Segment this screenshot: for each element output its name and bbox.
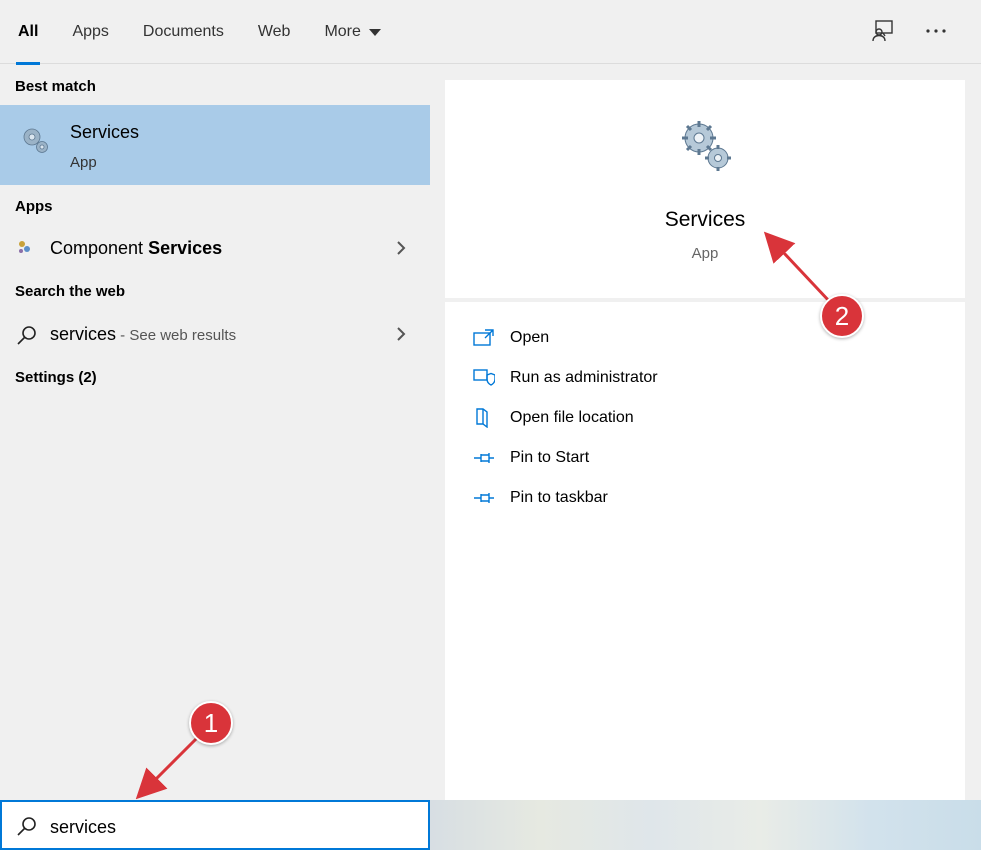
action-open[interactable]: Open — [473, 323, 549, 353]
tab-label: Documents — [142, 23, 224, 40]
best-match-name: Services — [70, 122, 140, 142]
feedback-icon — [872, 20, 893, 42]
preview-header-card: Services App — [445, 80, 965, 298]
preview-actions-card: Open Run as administrator Open file loca… — [445, 302, 965, 800]
search-icon — [16, 324, 38, 346]
label-plain: Component — [50, 237, 149, 258]
apps-heading: Apps — [15, 198, 53, 215]
tab-all[interactable]: All — [16, 0, 41, 65]
web-result-label: services - See web results — [50, 324, 236, 345]
search-icon — [16, 815, 38, 842]
action-pin-to-start[interactable]: Pin to Start — [473, 443, 589, 473]
best-match-type: App — [70, 154, 97, 171]
search-input[interactable] — [50, 814, 410, 840]
action-label: Pin to Start — [510, 449, 590, 466]
app-item-component-services[interactable]: Component Services — [0, 228, 430, 268]
app-item-label: Component Services — [50, 238, 222, 259]
tabs: All Apps Documents Web More — [16, 0, 413, 65]
search-box[interactable] — [0, 800, 430, 850]
feedback-button[interactable] — [867, 16, 897, 46]
tab-apps[interactable]: Apps — [70, 0, 110, 64]
settings-heading[interactable]: Settings (2) — [15, 369, 97, 386]
action-label: Pin to taskbar — [510, 489, 608, 506]
gears-icon — [677, 118, 733, 179]
action-label: Run as administrator — [510, 369, 658, 386]
action-pin-to-taskbar[interactable]: Pin to taskbar — [473, 483, 608, 513]
shield-icon — [473, 367, 499, 389]
tab-label: More — [324, 23, 361, 40]
best-match-heading: Best match — [15, 78, 96, 95]
action-open-file-location[interactable]: Open file location — [473, 403, 634, 433]
web-hint: - See web results — [116, 326, 237, 344]
pin-icon — [473, 447, 499, 469]
more-options-icon — [926, 29, 946, 33]
action-label: Open — [510, 329, 550, 346]
preview-app-name: Services — [664, 208, 746, 231]
chevron-right-icon[interactable] — [396, 326, 406, 347]
chevron-right-icon[interactable] — [396, 240, 406, 261]
annotation-badge-2: 2 — [820, 294, 864, 338]
best-match-item-services[interactable]: Services App — [0, 105, 430, 185]
action-run-as-admin[interactable]: Run as administrator — [473, 363, 658, 393]
taskbar-blurred — [430, 800, 981, 850]
search-web-heading: Search the web — [15, 283, 126, 300]
tab-label: All — [18, 23, 39, 40]
tab-label: Web — [257, 23, 291, 40]
tab-web[interactable]: Web — [256, 0, 293, 64]
results-pane: Best match Services App Apps Component S… — [0, 65, 430, 800]
open-icon — [473, 327, 499, 349]
label-bold: Services — [148, 237, 223, 258]
preview-app-type: App — [691, 245, 719, 262]
tab-more[interactable]: More — [322, 0, 382, 64]
filter-tab-bar: All Apps Documents Web More — [0, 0, 981, 65]
annotation-badge-1: 1 — [189, 701, 233, 745]
caret-down-icon — [368, 28, 381, 36]
preview-scrollbar[interactable] — [975, 65, 981, 800]
more-options-button[interactable] — [921, 16, 951, 46]
web-query: services — [50, 323, 117, 344]
web-result-item[interactable]: services - See web results — [0, 314, 430, 354]
component-services-icon — [16, 238, 38, 260]
pin-icon — [473, 487, 499, 509]
action-label: Open file location — [510, 409, 634, 426]
tab-documents[interactable]: Documents — [141, 0, 226, 64]
tab-label: Apps — [72, 23, 109, 40]
folder-icon — [473, 407, 499, 429]
gears-icon — [20, 125, 50, 160]
